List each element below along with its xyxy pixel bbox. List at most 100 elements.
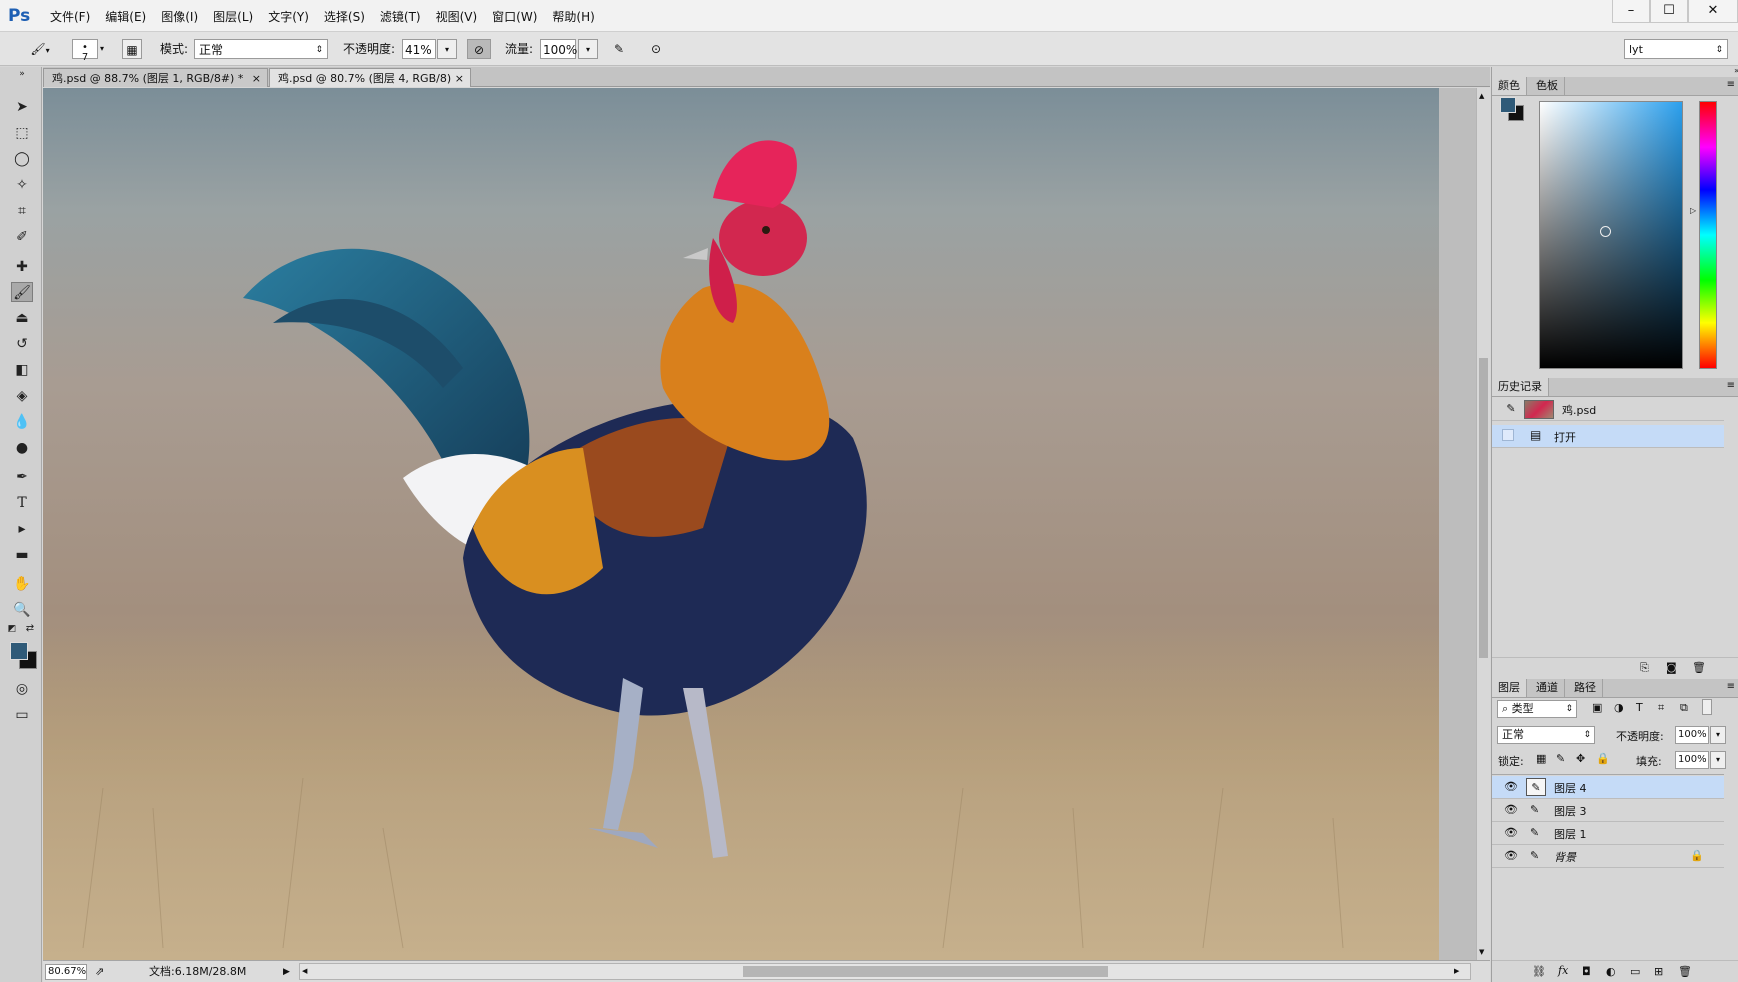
pressure-opacity-icon[interactable]: ⊘: [467, 39, 491, 59]
lock-pixels-icon[interactable]: ✎: [1556, 752, 1565, 765]
lock-all-icon[interactable]: 🔒: [1596, 752, 1610, 765]
quick-select-tool-icon[interactable]: ✧: [11, 175, 33, 195]
brush-panel-toggle-icon[interactable]: ▦: [122, 39, 142, 59]
panel-menu-icon[interactable]: ≡: [1727, 681, 1735, 692]
export-icon[interactable]: ⇗: [95, 964, 109, 980]
status-menu-arrow-icon[interactable]: ▶: [283, 964, 293, 980]
vertical-scrollbar[interactable]: ▲ ▼: [1476, 88, 1490, 960]
marquee-tool-icon[interactable]: ⬚: [11, 123, 33, 143]
panel-menu-icon[interactable]: ≡: [1727, 380, 1735, 391]
blend-mode-select[interactable]: 正常 ⇕: [194, 39, 328, 59]
tab-history[interactable]: 历史记录: [1492, 378, 1549, 396]
filter-toggle[interactable]: [1702, 699, 1712, 715]
flow-input[interactable]: 100%: [540, 39, 577, 59]
layer-filter-select[interactable]: ⌕ 类型 ⇕: [1497, 700, 1577, 718]
close-button[interactable]: ✕: [1688, 0, 1738, 23]
paint-bucket-tool-icon[interactable]: ◈: [11, 386, 33, 406]
tab-paths[interactable]: 路径: [1568, 679, 1603, 697]
history-item[interactable]: ▤ 打开: [1492, 425, 1724, 448]
path-select-tool-icon[interactable]: ▸: [11, 519, 33, 539]
swap-colors-icon[interactable]: ⇄: [24, 623, 36, 635]
close-icon[interactable]: ×: [455, 69, 464, 88]
fx-icon[interactable]: fx: [1558, 964, 1568, 977]
eraser-tool-icon[interactable]: ◧: [11, 360, 33, 380]
layer-row[interactable]: 👁 ✎ 图层 1: [1492, 822, 1724, 845]
horizontal-scroll-thumb[interactable]: [743, 966, 1108, 977]
tab-document-2[interactable]: 鸡.psd @ 80.7% (图层 4, RGB/8) ×: [269, 68, 471, 87]
lock-position-icon[interactable]: ✥: [1576, 752, 1585, 765]
foreground-color-swatch[interactable]: [10, 642, 28, 660]
hue-slider[interactable]: [1699, 101, 1717, 369]
color-picker-cursor[interactable]: [1600, 226, 1611, 237]
scroll-down-icon[interactable]: ▼: [1479, 948, 1488, 956]
dodge-tool-icon[interactable]: ●: [11, 438, 33, 458]
healing-brush-tool-icon[interactable]: ✚: [11, 257, 33, 277]
layer-row[interactable]: 👁 ✎ 图层 3: [1492, 799, 1724, 822]
history-source-checkbox[interactable]: [1502, 429, 1514, 441]
opacity-input[interactable]: 41%: [402, 39, 436, 59]
menu-help[interactable]: 帮助(H): [552, 8, 594, 25]
add-mask-icon[interactable]: ◘: [1582, 965, 1591, 978]
tab-swatches[interactable]: 色板: [1530, 77, 1565, 95]
eye-icon[interactable]: 👁: [1504, 780, 1518, 794]
trash-icon[interactable]: 🗑: [1678, 965, 1692, 978]
airbrush-icon[interactable]: ✎: [608, 39, 630, 59]
new-document-from-state-icon[interactable]: ⎘: [1640, 661, 1649, 675]
rectangle-tool-icon[interactable]: ▬: [11, 545, 33, 565]
trash-icon[interactable]: 🗑: [1692, 661, 1706, 674]
scroll-up-icon[interactable]: ▲: [1479, 92, 1488, 100]
flow-dropdown-icon[interactable]: ▾: [578, 39, 598, 59]
menu-image[interactable]: 图像(I): [161, 8, 198, 25]
blur-tool-icon[interactable]: 💧: [11, 412, 33, 432]
history-brush-source-icon[interactable]: ✎: [1504, 402, 1518, 416]
default-colors-icon[interactable]: ◩: [6, 623, 18, 635]
tab-layers[interactable]: 图层: [1492, 679, 1527, 697]
color-field[interactable]: [1539, 101, 1683, 369]
lasso-tool-icon[interactable]: ◯: [11, 149, 33, 169]
brush-size-picker[interactable]: • 7: [72, 39, 98, 63]
tab-document-1[interactable]: 鸡.psd @ 88.7% (图层 1, RGB/8#) * ×: [43, 68, 268, 87]
quick-mask-icon[interactable]: ◎: [11, 679, 33, 699]
menu-layer[interactable]: 图层(L): [213, 8, 253, 25]
pressure-size-icon[interactable]: ⊙: [645, 39, 667, 59]
horizontal-scrollbar[interactable]: ◀ ▶: [299, 963, 1471, 980]
layer-opacity-dropdown-icon[interactable]: ▾: [1710, 726, 1726, 744]
menu-type[interactable]: 文字(Y): [268, 8, 309, 25]
layer-opacity-input[interactable]: 100%: [1675, 726, 1709, 744]
close-icon[interactable]: ×: [252, 69, 261, 88]
history-brush-tool-icon[interactable]: ↺: [11, 334, 33, 354]
lock-transparency-icon[interactable]: ▦: [1536, 752, 1546, 765]
pen-tool-icon[interactable]: ✒: [11, 467, 33, 487]
filter-shape-icon[interactable]: ⌗: [1658, 701, 1664, 715]
filter-type-icon[interactable]: T: [1636, 701, 1643, 714]
filter-pixel-icon[interactable]: ▣: [1592, 701, 1602, 714]
crop-tool-icon[interactable]: ⌗: [11, 201, 33, 221]
link-layers-icon[interactable]: ⛓: [1532, 965, 1546, 978]
tab-color[interactable]: 颜色: [1492, 77, 1527, 95]
tab-channels[interactable]: 通道: [1530, 679, 1565, 697]
adjustment-layer-icon[interactable]: ◐: [1606, 965, 1616, 978]
color-panel-fg-swatch[interactable]: [1500, 97, 1516, 113]
document-canvas[interactable]: [43, 88, 1439, 960]
hue-slider-handle-icon[interactable]: ▷: [1690, 207, 1696, 215]
brush-tool-icon[interactable]: 🖌: [11, 282, 33, 302]
panel-grip-icon[interactable]: »: [11, 69, 33, 79]
layer-row[interactable]: 👁 ✎ 图层 4: [1492, 776, 1724, 799]
zoom-tool-icon[interactable]: 🔍: [11, 600, 33, 620]
new-layer-icon[interactable]: ⊞: [1654, 965, 1663, 978]
menu-filter[interactable]: 滤镜(T): [380, 8, 421, 25]
brush-tool-preset[interactable]: 🖌▾: [20, 39, 60, 59]
camera-icon[interactable]: ◙: [1666, 661, 1677, 674]
screen-mode-icon[interactable]: ▭: [11, 705, 33, 725]
new-group-icon[interactable]: ▭: [1630, 965, 1640, 978]
workspace-select[interactable]: lyt ⇕: [1624, 39, 1728, 59]
scroll-left-icon[interactable]: ◀: [302, 965, 312, 978]
type-tool-icon[interactable]: T: [11, 493, 33, 513]
layer-blend-mode-select[interactable]: 正常 ⇕: [1497, 726, 1595, 744]
history-snapshot-row[interactable]: ✎ 鸡.psd: [1492, 398, 1724, 421]
zoom-input[interactable]: 80.67%: [45, 964, 87, 980]
maximize-button[interactable]: ☐: [1650, 0, 1688, 23]
menu-view[interactable]: 视图(V): [436, 8, 478, 25]
fill-dropdown-icon[interactable]: ▾: [1710, 751, 1726, 769]
menu-select[interactable]: 选择(S): [324, 8, 365, 25]
